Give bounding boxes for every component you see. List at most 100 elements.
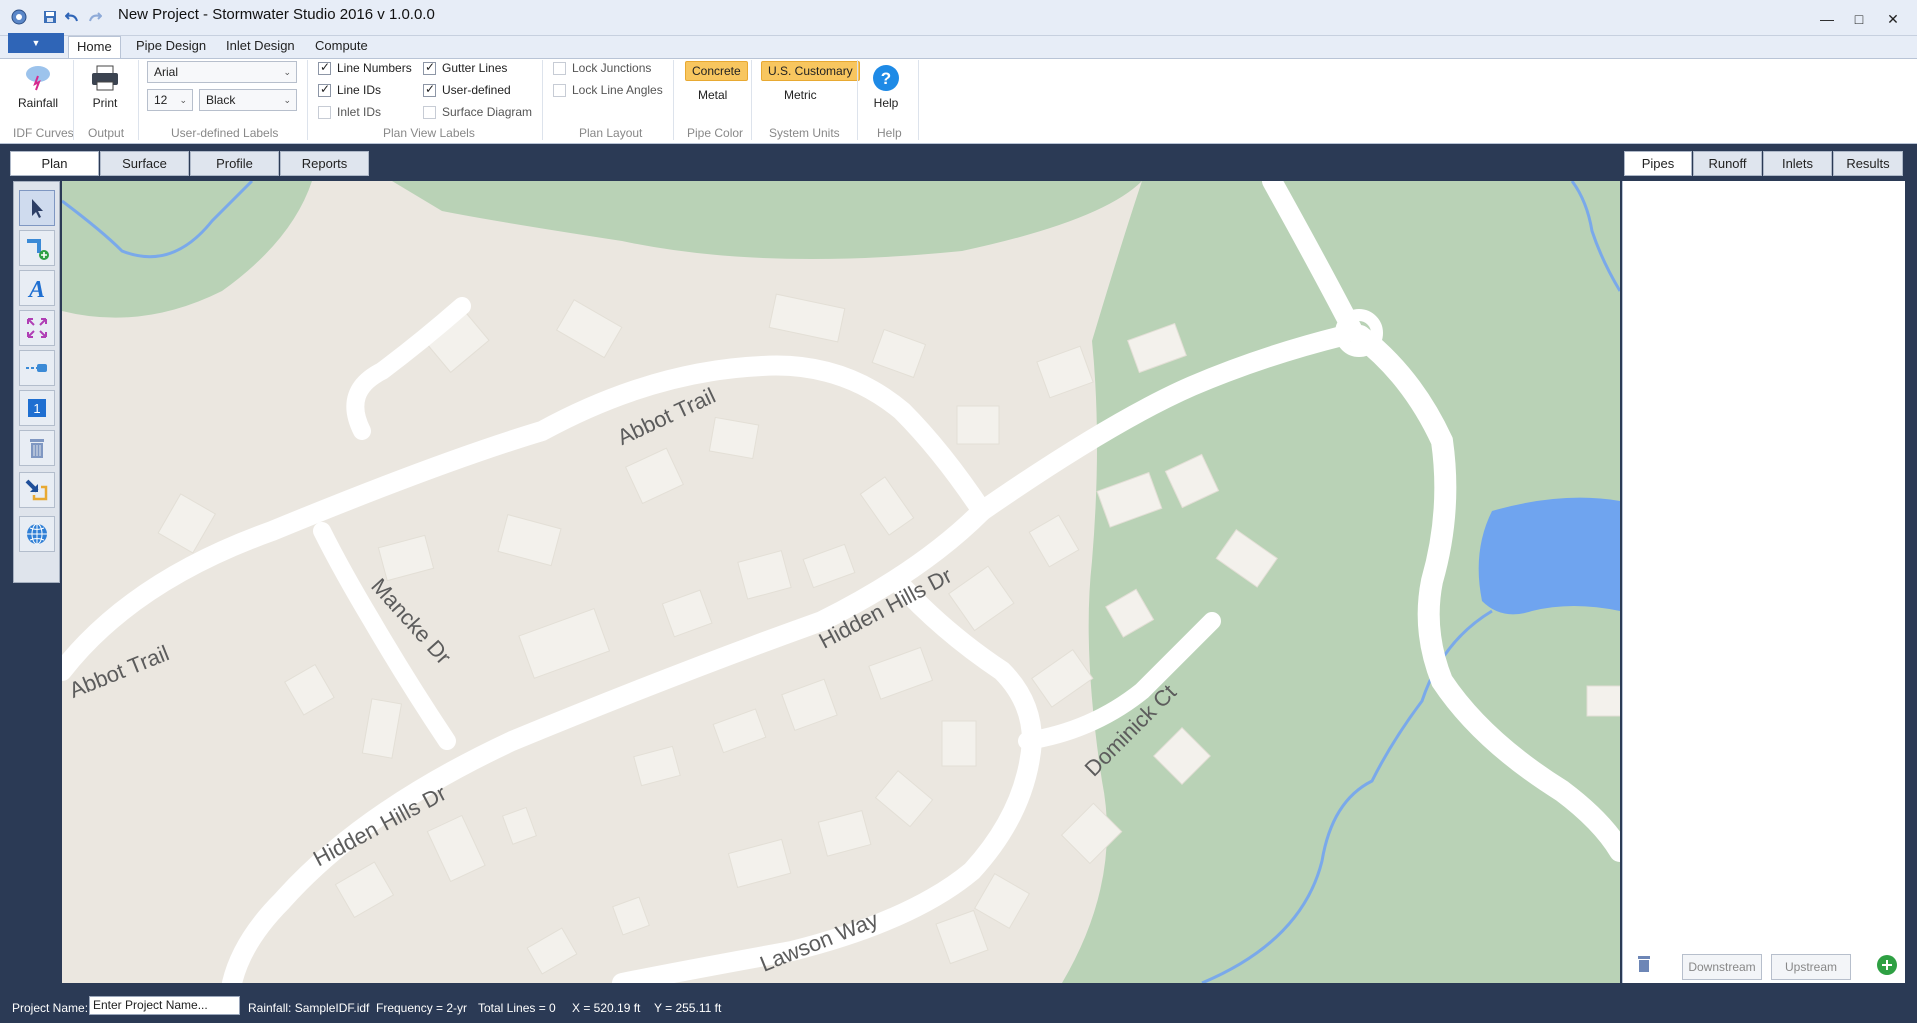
upstream-button[interactable]: Upstream [1771,954,1851,980]
plus-circle-icon [1877,955,1897,975]
checkbox-box [553,61,566,75]
app-icon[interactable] [8,6,30,28]
trash-icon [1638,956,1650,972]
help-button[interactable]: ? Help [872,64,900,110]
tab-pipe-design[interactable]: Pipe Design [128,36,214,58]
tab-pipes[interactable]: Pipes [1624,151,1692,176]
font-color-value: Black [206,93,236,107]
zoom-extents-icon[interactable] [19,310,55,346]
tab-compute[interactable]: Compute [307,36,376,58]
add-row-button[interactable] [1874,954,1900,980]
group-label-plan-view-labels: Plan View Labels [383,126,475,140]
inlet-ids-checkbox[interactable]: Inlet IDs [318,103,381,121]
checkbox-label: Line Numbers [337,61,412,75]
checkbox-box [318,105,331,119]
select-arrow-icon[interactable] [19,190,55,226]
chevron-down-icon: ⌄ [283,95,291,105]
ribbon-separator [307,60,308,140]
ribbon-separator [857,60,858,140]
tab-inlet-design[interactable]: Inlet Design [218,36,303,58]
tab-reports[interactable]: Reports [280,151,369,176]
lock-line-angles-checkbox[interactable]: Lock Line Angles [553,81,663,99]
tab-results[interactable]: Results [1833,151,1903,176]
group-label-system-units: System Units [769,126,840,140]
checkbox-label: User-defined [442,83,511,97]
checkbox-box [318,82,331,97]
font-size-value: 12 [154,93,168,107]
x-coordinate-readout: X = 520.19 ft [572,1001,641,1015]
chevron-down-icon: ⌄ [283,67,291,77]
print-button[interactable]: Print [90,64,120,110]
group-label-user-defined-labels: User-defined Labels [171,126,279,140]
add-line-icon[interactable] [19,230,55,266]
group-label-pipe-color: Pipe Color [687,126,744,140]
tab-surface[interactable]: Surface [100,151,189,176]
printer-icon [92,65,118,91]
checkbox-label: Surface Diagram [442,105,533,119]
undo-icon[interactable] [61,6,83,28]
tab-runoff[interactable]: Runoff [1693,151,1762,176]
gutter-lines-checkbox[interactable]: Gutter Lines [423,59,507,77]
save-icon[interactable] [39,6,61,28]
maximize-button[interactable]: □ [1844,8,1874,30]
import-icon[interactable] [19,472,55,508]
project-name-input[interactable]: Enter Project Name... [89,996,240,1015]
concrete-option[interactable]: Concrete [685,61,748,81]
file-menu-button[interactable]: ▼ [8,33,64,53]
metal-option[interactable]: Metal [692,86,733,104]
tab-inlets[interactable]: Inlets [1763,151,1832,176]
surface-diagram-checkbox[interactable]: Surface Diagram [423,103,532,121]
total-lines-status: Total Lines = 0 [478,1001,556,1015]
chevron-down-icon: ▼ [31,38,41,48]
y-coordinate-readout: Y = 255.11 ft [654,1001,722,1015]
group-label-help: Help [877,126,902,140]
checkbox-label: Gutter Lines [442,61,508,75]
delete-icon[interactable] [19,430,55,466]
checkbox-label: Lock Junctions [572,61,652,75]
rainfall-icon [26,66,51,91]
tab-home[interactable]: Home [68,36,121,58]
font-family-select[interactable]: Arial ⌄ [147,61,297,83]
plan-view-map[interactable]: Abbot Trail Abbot Trail Mancke Dr Hidden… [62,181,1620,983]
lock-junctions-checkbox[interactable]: Lock Junctions [553,59,651,77]
checkbox-box [423,82,436,97]
redo-icon[interactable] [84,6,106,28]
ribbon-separator [673,60,674,140]
checkbox-label: Lock Line Angles [572,83,663,97]
downstream-button[interactable]: Downstream [1682,954,1762,980]
font-color-select[interactable]: Black ⌄ [199,89,297,111]
junction-icon[interactable] [19,350,55,386]
group-label-output: Output [88,126,125,140]
svg-text:1: 1 [33,401,40,416]
tab-plan[interactable]: Plan [10,151,99,176]
globe-icon[interactable] [19,516,55,552]
checkbox-label: Line IDs [337,83,382,97]
metric-option[interactable]: Metric [778,86,823,104]
font-size-select[interactable]: 12 ⌄ [147,89,193,111]
tab-profile[interactable]: Profile [190,151,279,176]
text-icon[interactable]: A [19,270,55,306]
us-customary-option[interactable]: U.S. Customary [761,61,860,81]
line-numbers-checkbox[interactable]: Line Numbers [318,59,412,77]
rainfall-status: Rainfall: SampleIDF.idf [248,1001,370,1015]
map-water-pond [1478,497,1620,615]
help-icon: ? [873,65,899,91]
minimize-button[interactable]: — [1812,8,1842,30]
frequency-status: Frequency = 2-yr [376,1001,468,1015]
group-label-idf-curves: IDF Curves [13,126,74,140]
ribbon-separator [751,60,752,140]
checkbox-label: Inlet IDs [337,105,382,119]
svg-text:A: A [27,277,45,301]
group-label-plan-layout: Plan Layout [579,126,643,140]
close-button[interactable]: ✕ [1878,8,1908,30]
delete-row-button[interactable] [1632,954,1656,980]
status-bar: Project Name: Enter Project Name... Rain… [0,990,1917,1023]
checkbox-box [318,60,331,75]
map-canvas: Abbot Trail Abbot Trail Mancke Dr Hidden… [62,181,1620,983]
user-defined-checkbox[interactable]: User-defined [423,81,511,99]
line-ids-checkbox[interactable]: Line IDs [318,81,381,99]
rainfall-button[interactable]: Rainfall [18,62,58,110]
project-name-label: Project Name: [12,1001,89,1015]
number-icon[interactable]: 1 [19,390,55,426]
help-label: Help [873,96,899,110]
